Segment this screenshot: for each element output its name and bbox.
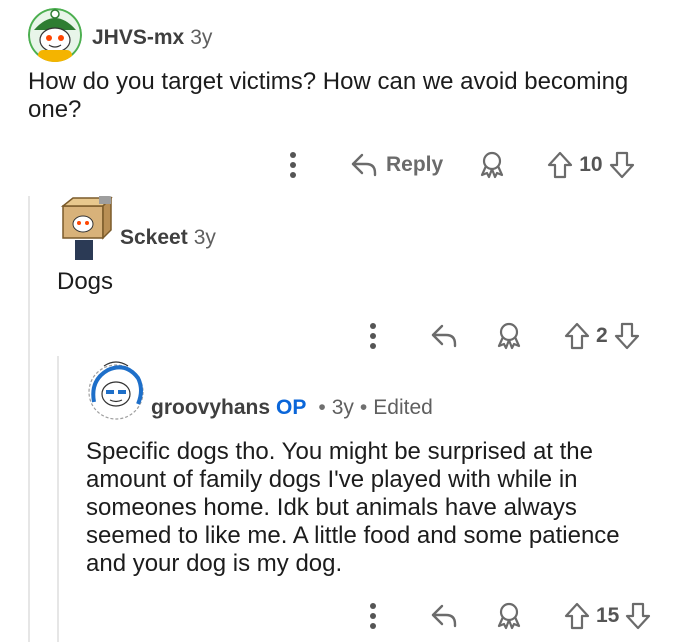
- more-vertical-icon: [370, 323, 376, 349]
- username[interactable]: Sckeet: [120, 226, 188, 250]
- meta-separator: •: [318, 396, 326, 419]
- downvote-button[interactable]: [614, 322, 640, 350]
- upvote-button[interactable]: [547, 151, 573, 179]
- more-vertical-icon: [290, 152, 296, 178]
- username[interactable]: JHVS-mx: [92, 26, 184, 50]
- vote-score: 15: [596, 604, 620, 627]
- comment-body: Dogs: [57, 268, 114, 295]
- reply-label: Reply: [386, 153, 444, 176]
- comment-actions: 15: [368, 601, 651, 631]
- op-badge: OP: [276, 396, 307, 419]
- reply-button[interactable]: Reply: [350, 152, 443, 178]
- more-options-button[interactable]: [288, 150, 298, 180]
- comment-meta: Sckeet 3y: [120, 226, 216, 250]
- reply-icon: [431, 604, 457, 628]
- reply-icon: [431, 324, 457, 348]
- upvote-arrow-icon: [564, 602, 590, 630]
- downvote-button[interactable]: [609, 151, 635, 179]
- upvote-arrow-icon: [548, 151, 573, 179]
- award-button[interactable]: [494, 601, 524, 631]
- comment-age: 3y: [190, 26, 213, 49]
- award-icon: [497, 322, 521, 350]
- upvote-arrow-icon: [564, 322, 590, 350]
- avatar-hooded-icon: [88, 361, 144, 420]
- comment-meta: JHVS-mx 3y: [92, 26, 212, 50]
- more-options-button[interactable]: [368, 601, 378, 631]
- reply-button[interactable]: [430, 323, 458, 349]
- comment-body: Specific dogs tho. You might be surprise…: [86, 438, 620, 577]
- avatar-boxhead-icon: [60, 196, 113, 260]
- comment-age: 3y: [193, 226, 216, 249]
- avatar-snoo-icon: [28, 8, 82, 62]
- vote-score: 2: [596, 324, 608, 347]
- reply-icon: [351, 153, 377, 177]
- comment-body: How do you target victims? How can we av…: [28, 68, 629, 123]
- thread-line-level-1[interactable]: [28, 196, 30, 642]
- more-options-button[interactable]: [368, 321, 378, 351]
- username[interactable]: groovyhans: [151, 396, 270, 420]
- avatar[interactable]: [86, 360, 146, 422]
- reply-button[interactable]: [430, 603, 458, 629]
- award-icon: [481, 151, 504, 179]
- comment-actions: Reply 10: [288, 150, 635, 180]
- comment-actions: 2: [368, 321, 640, 351]
- avatar[interactable]: [28, 8, 82, 62]
- thread-line-level-2[interactable]: [57, 356, 59, 642]
- comment-age: 3y: [331, 396, 354, 419]
- downvote-arrow-icon: [609, 151, 634, 179]
- downvote-arrow-icon: [626, 602, 651, 630]
- downvote-button[interactable]: [625, 602, 651, 630]
- upvote-button[interactable]: [564, 602, 590, 630]
- more-vertical-icon: [370, 603, 376, 629]
- comment-meta: groovyhans OP • 3y • Edited: [151, 396, 433, 420]
- downvote-arrow-icon: [614, 322, 639, 350]
- meta-separator: •: [359, 396, 368, 419]
- award-icon: [497, 602, 521, 630]
- upvote-button[interactable]: [564, 322, 590, 350]
- edited-label: Edited: [373, 396, 433, 419]
- vote-score: 10: [579, 153, 603, 176]
- award-button[interactable]: [477, 150, 507, 180]
- avatar[interactable]: [57, 196, 115, 262]
- award-button[interactable]: [494, 321, 524, 351]
